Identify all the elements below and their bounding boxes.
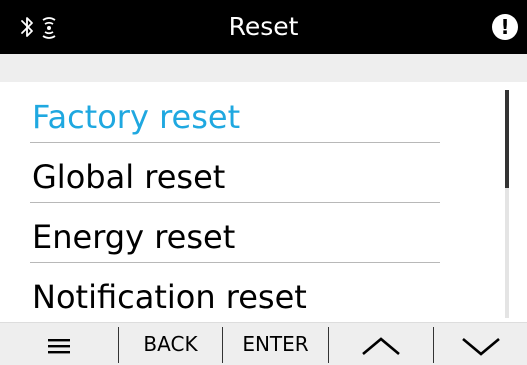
page-title: Reset [228,12,299,41]
scrollbar-thumb[interactable] [505,90,509,188]
menu-item-notification-reset[interactable]: Notification reset [30,262,440,322]
back-button[interactable]: BACK [119,323,222,365]
menu-item-global-reset[interactable]: Global reset [30,142,440,203]
scroll-down-button[interactable] [434,323,527,365]
title-bar: Reset ! [0,0,527,54]
chevron-down-icon [461,337,500,356]
device-screen: Reset ! Factory reset Global reset Energ… [0,0,527,365]
alert-icon[interactable]: ! [492,14,518,40]
status-band [0,54,527,82]
menu-item-label: Factory reset [32,98,241,136]
menu-item-label: Global reset [32,158,226,196]
scroll-up-button[interactable] [329,323,433,365]
menu-button[interactable] [0,323,118,365]
enter-button[interactable]: ENTER [223,323,328,365]
menu-item-factory-reset[interactable]: Factory reset [30,82,440,143]
menu-item-label: Energy reset [32,218,236,256]
hamburger-menu-icon [48,338,70,353]
chevron-up-icon [362,336,400,355]
reset-menu-list: Factory reset Global reset Energy reset … [0,82,500,322]
menu-item-energy-reset[interactable]: Energy reset [30,202,440,263]
menu-item-label: Notification reset [32,278,307,316]
softkey-bar: BACK ENTER [0,322,527,365]
